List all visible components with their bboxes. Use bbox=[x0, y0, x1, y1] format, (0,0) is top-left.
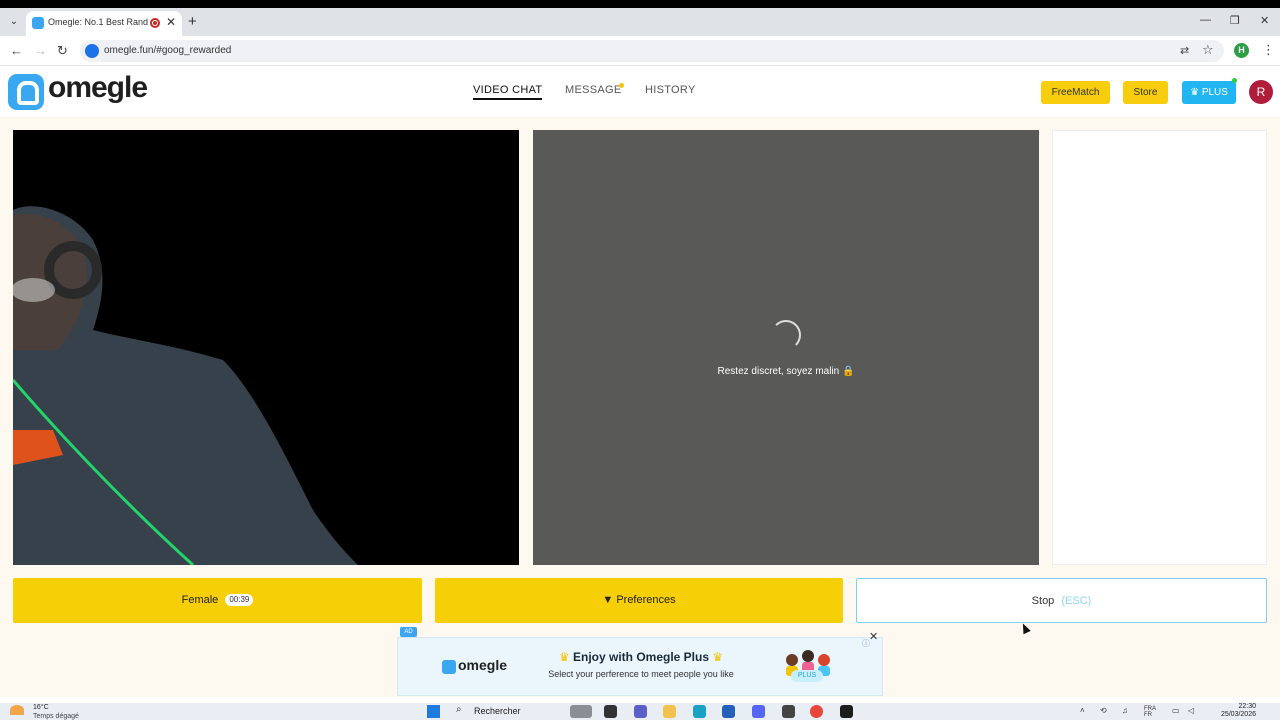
os-taskbar: 16°C Temps dégagé ⌕ Rechercher ˄ ⟲ ♫ FRA… bbox=[0, 703, 1280, 720]
browser-tab-bar: ⌄ Omegle: No.1 Best Random ✕ + — ❐ ✕ bbox=[0, 8, 1280, 36]
stop-shortcut-hint: (ESC) bbox=[1061, 595, 1092, 607]
ad-close-icon[interactable]: ✕ bbox=[869, 630, 878, 643]
stop-button[interactable]: Stop (ESC) bbox=[856, 578, 1267, 623]
chrome-icon[interactable] bbox=[810, 705, 823, 718]
forward-arrow-icon[interactable]: → bbox=[34, 43, 47, 58]
tab-list-chevron-icon[interactable]: ⌄ bbox=[6, 14, 22, 30]
bookmark-star-icon[interactable]: ☆ bbox=[1202, 42, 1214, 58]
loading-spinner-icon bbox=[771, 320, 801, 350]
ad-banner[interactable]: omegle ♛ Enjoy with Omegle Plus ♛ Select… bbox=[397, 637, 883, 696]
search-highlight-icon[interactable] bbox=[570, 705, 592, 718]
translate-icon[interactable]: ⇄ bbox=[1180, 44, 1189, 57]
tray-chevron-up-icon[interactable]: ˄ bbox=[1080, 706, 1085, 715]
recording-app-icon[interactable] bbox=[840, 705, 853, 718]
preferences-label: Preferences bbox=[616, 594, 676, 606]
reload-icon[interactable]: ↻ bbox=[57, 43, 68, 59]
plus-button-label: PLUS bbox=[1201, 87, 1228, 98]
gender-filter-button[interactable]: Female 00:39 bbox=[13, 578, 422, 623]
plus-notification-dot bbox=[1232, 78, 1237, 83]
taskbar-search-label[interactable]: Rechercher bbox=[474, 706, 521, 716]
tray-app-icon[interactable]: ⟲ bbox=[1100, 706, 1107, 715]
discord-icon[interactable] bbox=[752, 705, 765, 718]
local-video bbox=[13, 130, 519, 565]
remote-status-text: Restez discret, soyez malin 🔒 bbox=[717, 366, 855, 377]
restore-window-icon[interactable]: ❐ bbox=[1230, 14, 1240, 27]
nav-video-chat[interactable]: VIDEO CHAT bbox=[473, 84, 543, 100]
recording-indicator-icon bbox=[150, 18, 160, 28]
screen-top-strip bbox=[0, 0, 1280, 8]
stop-label: Stop bbox=[1031, 595, 1055, 607]
teams-icon[interactable] bbox=[634, 705, 647, 718]
network-icon[interactable]: ▭ bbox=[1172, 706, 1180, 715]
site-header: omegle VIDEO CHAT MESSAGE HISTORY FreeMa… bbox=[0, 67, 1280, 117]
windows-start-icon[interactable] bbox=[427, 705, 440, 718]
browser-menu-icon[interactable]: ⋮ bbox=[1262, 42, 1275, 58]
site-logo-text[interactable]: omegle bbox=[48, 71, 148, 105]
steam-icon[interactable] bbox=[782, 705, 795, 718]
chat-panel bbox=[1052, 130, 1267, 565]
omegle-page: omegle VIDEO CHAT MESSAGE HISTORY FreeMa… bbox=[0, 67, 1280, 697]
remote-video: Restez discret, soyez malin 🔒 bbox=[533, 130, 1039, 565]
crown-icon: ♛ bbox=[1190, 87, 1200, 98]
edge-icon[interactable] bbox=[693, 705, 706, 718]
task-view-icon[interactable] bbox=[604, 705, 617, 718]
preferences-button[interactable]: ▼ Preferences bbox=[435, 578, 843, 623]
ad-plus-badge: PLUS bbox=[791, 670, 823, 682]
volume-icon[interactable]: ◁ bbox=[1188, 706, 1194, 715]
site-info-icon[interactable] bbox=[85, 44, 99, 58]
ad-badge: AD bbox=[400, 627, 417, 637]
ad-title-text: Enjoy with Omegle Plus bbox=[572, 650, 710, 664]
tab-close-icon[interactable]: ✕ bbox=[166, 15, 176, 29]
local-camera-feed bbox=[13, 206, 358, 565]
address-bar[interactable]: omegle.fun/#goog_rewarded bbox=[80, 40, 1224, 62]
gender-label: Female bbox=[181, 594, 219, 606]
minimize-window-icon[interactable]: — bbox=[1200, 14, 1211, 26]
plus-button[interactable]: ♛ PLUS bbox=[1182, 81, 1236, 104]
freematch-button[interactable]: FreeMatch bbox=[1041, 81, 1110, 104]
new-tab-button[interactable]: + bbox=[188, 13, 197, 30]
language-indicator[interactable]: FRA FR bbox=[1144, 706, 1156, 718]
store-button[interactable]: Store bbox=[1123, 81, 1168, 104]
tab-title: Omegle: No.1 Best Random bbox=[48, 17, 148, 27]
filter-funnel-icon: ▼ bbox=[602, 594, 614, 606]
browser-toolbar: ← → ↻ omegle.fun/#goog_rewarded ⇄ ☆ H ⋮ bbox=[0, 36, 1280, 66]
nav-history[interactable]: HISTORY bbox=[645, 84, 696, 96]
weather-temperature: 16°C bbox=[33, 704, 49, 711]
nav-message[interactable]: MESSAGE bbox=[565, 84, 622, 96]
mouse-cursor-icon bbox=[1019, 621, 1031, 635]
browser-tab-active[interactable]: Omegle: No.1 Best Random ✕ bbox=[26, 11, 182, 36]
keyboard-layout: FR bbox=[1144, 712, 1152, 718]
close-window-icon[interactable]: ✕ bbox=[1260, 14, 1269, 27]
message-notification-dot bbox=[619, 83, 624, 88]
crown-icon: ♛ bbox=[558, 650, 570, 664]
gender-timer-badge: 00:39 bbox=[225, 594, 254, 607]
taskbar-clock[interactable]: 22:30 25/03/2026 bbox=[1206, 703, 1256, 719]
user-avatar[interactable]: R bbox=[1249, 80, 1273, 104]
back-arrow-icon[interactable]: ← bbox=[10, 43, 23, 58]
browser-profile-avatar[interactable]: H bbox=[1234, 43, 1249, 58]
clock-time: 22:30 bbox=[1238, 703, 1256, 710]
url-text: omegle.fun/#goog_rewarded bbox=[104, 45, 232, 56]
clock-date: 25/03/2026 bbox=[1220, 711, 1256, 718]
search-icon[interactable]: ⌕ bbox=[456, 704, 462, 715]
weather-moon-icon[interactable] bbox=[10, 705, 24, 715]
store-app-icon[interactable] bbox=[722, 705, 735, 718]
crown-icon: ♛ bbox=[712, 650, 724, 664]
omegle-favicon-icon bbox=[32, 17, 44, 29]
microphone-icon[interactable]: ♫ bbox=[1122, 706, 1128, 715]
weather-description: Temps dégagé bbox=[33, 713, 79, 720]
omegle-logo-icon[interactable] bbox=[8, 74, 44, 110]
file-explorer-icon[interactable] bbox=[663, 705, 676, 718]
